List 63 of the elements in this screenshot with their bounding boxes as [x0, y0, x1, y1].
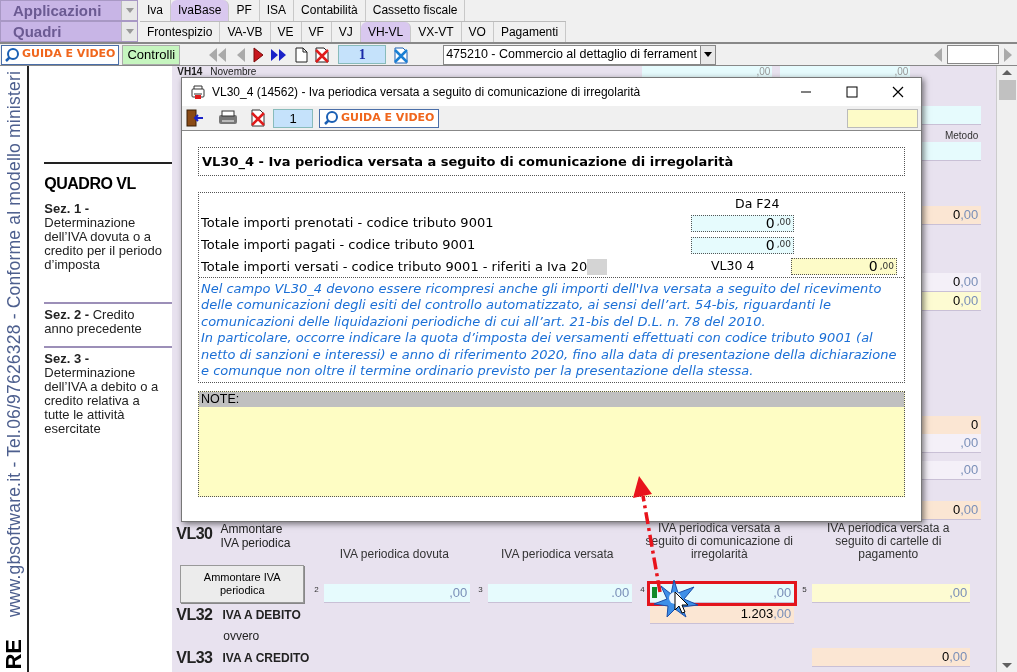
field-number: 3: [478, 584, 484, 596]
page-field[interactable]: 1: [273, 108, 313, 128]
tab[interactable]: Cassetto fiscale: [365, 0, 466, 21]
dialog-heading: VL30_4 - Iva periodica versata a seguito di comunicazione di irregolarità: [198, 147, 905, 176]
row-label: Ammontare IVA periodica: [220, 522, 292, 550]
column-header: IVA periodica dovuta: [338, 548, 450, 563]
row-label: IVA A DEBITO: [222, 606, 301, 624]
scrollbar[interactable]: [996, 66, 1017, 672]
side-banner-text: RE: [1, 639, 26, 670]
field-number: 4: [640, 584, 646, 596]
text-cursor: [652, 587, 658, 598]
window-title: VL30_4 (14562) - Iva periodica versata a seguito di comunicazione di irregolarità: [212, 84, 641, 101]
tab[interactable]: PF: [229, 0, 260, 21]
activity-dropdown[interactable]: 475210 - Commercio al dettaglio di ferrament: [443, 44, 717, 65]
tab[interactable]: VH-VL: [360, 22, 412, 42]
row-code: VL32: [176, 605, 213, 624]
controls-button[interactable]: Controlli: [122, 44, 181, 65]
clear-page-icon[interactable]: [392, 45, 411, 64]
row-code: VL30: [176, 524, 213, 544]
new-page-icon[interactable]: [294, 46, 309, 63]
row-label: Totale importi versati - codice tributo 9001 - riferiti a Iva 20: [201, 257, 588, 276]
row-label: ovvero: [223, 629, 261, 643]
column-header: IVA periodica versata a seguito di cartelle di pagamento: [826, 522, 951, 563]
info-paragraph: Nel campo VL30_4 devono essere ricompresi anche gli importi dell'Iva versata a seguito del ricevimento delle comunicazioni degli esiti del controllo automatizzato, ai sensi dell’art. 54-bis, riguardanti le comunicazioni delle liquidazioni periodiche di cui all’art. 21-bis del D.L. n. 78 del 2010.: [201, 281, 883, 331]
input-field[interactable]: [947, 45, 999, 64]
info-paragraph: In particolare, occorre indicare la quota d’imposta dei versamenti effettuati con codice tributo 9001 (al netto di sanzioni e interessi) e anno di riferimento 2020, fino alla data di presentazione della dichiarazione e comunque non oltre il termine ordinario previsto per la presentazione della stessa.: [201, 330, 898, 380]
column-label: Metodo: [944, 129, 979, 143]
previous-icon[interactable]: [933, 47, 943, 62]
side-banner-text: www.gbsoftware.it - Tel.06/97626328 - Conforme al modello ministeri: [2, 71, 25, 618]
section-description: Sez. 1 - Determinazione dell’IVA dovuta o a credito per il periodo d’imposta: [44, 202, 164, 274]
row-label: Totale importi pagati - codice tributo 9001: [201, 236, 476, 255]
row-label: Totale importi prenotati - codice tributo 9001: [201, 214, 494, 233]
row-label: IVA A CREDITO: [222, 649, 310, 667]
field-number: 5: [802, 584, 808, 596]
row-label: Novembre: [210, 66, 257, 77]
section-title: QUADRO VL: [44, 174, 137, 194]
printer-icon[interactable]: [190, 84, 206, 100]
tab[interactable]: IvaBase: [171, 0, 230, 21]
calculate-button[interactable]: Ammontare IVA periodica: [180, 565, 305, 603]
page-field[interactable]: 1: [338, 45, 387, 64]
next-icon[interactable]: [252, 46, 265, 63]
row-code: VL33: [176, 648, 213, 667]
field-number: 2: [314, 584, 320, 596]
delete-page-icon[interactable]: [249, 109, 267, 127]
tab[interactable]: Contabilità: [294, 0, 366, 21]
row-code: VH14: [177, 66, 203, 77]
printer-icon[interactable]: [217, 109, 239, 127]
redaction-block: [587, 258, 608, 275]
tab[interactable]: ISA: [259, 0, 295, 21]
scrollbar-thumb[interactable]: [998, 80, 1016, 100]
input-field[interactable]: [847, 108, 918, 128]
dropdown-value: 475210 - Commercio al dettaglio di ferrament: [445, 46, 698, 64]
search-icon[interactable]: [324, 111, 338, 125]
column-header: Da F24: [735, 196, 781, 212]
search-icon[interactable]: [5, 47, 19, 62]
delete-page-icon[interactable]: [314, 46, 331, 63]
cursor-icon: [674, 591, 689, 614]
exit-icon[interactable]: [185, 109, 205, 127]
field-code: VL30 4: [710, 257, 756, 276]
column-header: IVA periodica versata: [500, 548, 615, 563]
amount-field[interactable]: 0,00: [812, 648, 971, 667]
caret-icon[interactable]: [704, 52, 713, 57]
notes-field[interactable]: NOTE:: [198, 391, 905, 497]
